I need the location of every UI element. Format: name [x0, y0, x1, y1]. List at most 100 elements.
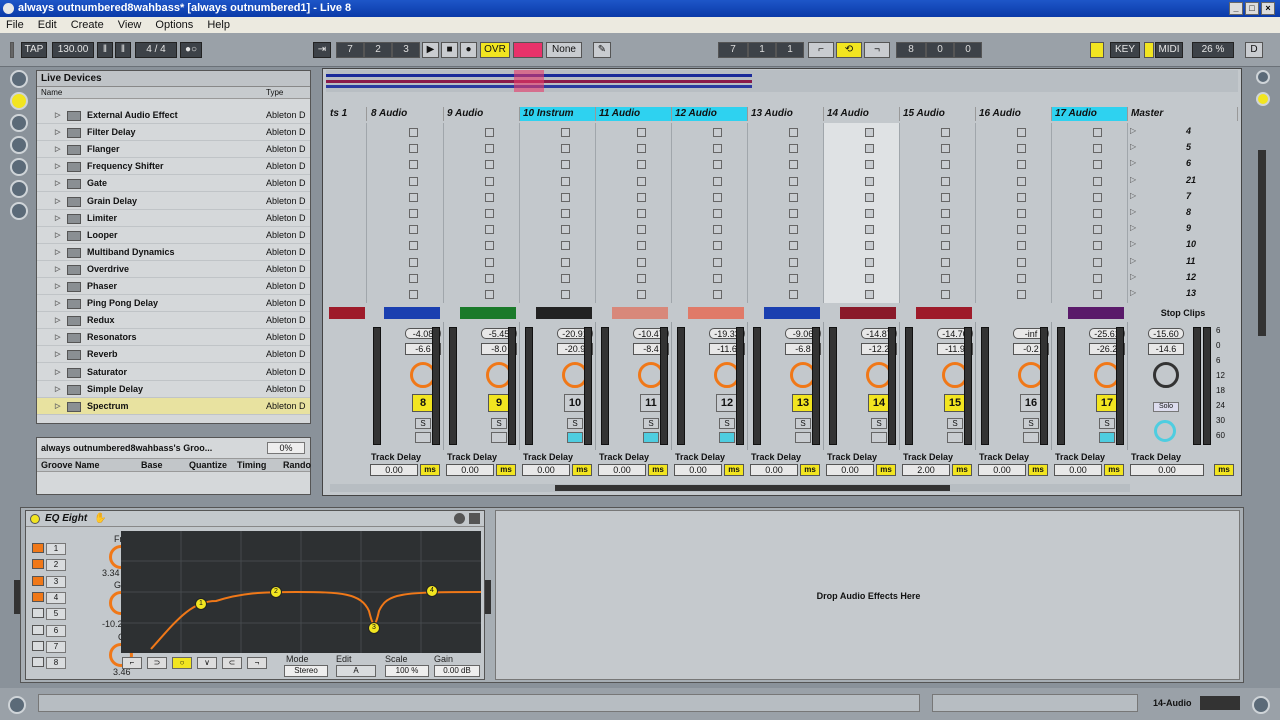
clip-slot-stop-button[interactable]: [941, 160, 950, 170]
track-header[interactable]: 16 Audio: [976, 107, 1052, 121]
arm-button[interactable]: [871, 432, 887, 443]
band-on-toggle[interactable]: [32, 591, 44, 602]
track-header[interactable]: 11 Audio: [596, 107, 672, 121]
ms-toggle[interactable]: ms: [800, 464, 820, 476]
master-volume[interactable]: -15.60: [1148, 328, 1184, 339]
solo-button[interactable]: S: [947, 418, 963, 429]
solo-button[interactable]: S: [1023, 418, 1039, 429]
clip-slot-stop-button[interactable]: [941, 176, 950, 186]
band-select-button[interactable]: 8: [46, 657, 66, 670]
ms-toggle[interactable]: ms: [572, 464, 592, 476]
clip-slot-stop-button[interactable]: [789, 192, 798, 202]
detail-toggle-icon[interactable]: [1252, 696, 1270, 714]
clip-slot-stop-button[interactable]: [789, 225, 798, 235]
arm-button[interactable]: [947, 432, 963, 443]
clip-slot-stop-button[interactable]: [637, 273, 646, 283]
track-activator-button[interactable]: 10: [564, 394, 586, 412]
clip-slot-stop-button[interactable]: [561, 225, 570, 235]
device-left-handle[interactable]: [14, 580, 20, 614]
clip-slot-stop-button[interactable]: [561, 273, 570, 283]
ms-toggle[interactable]: ms: [420, 464, 440, 476]
filter-highcut-icon[interactable]: ¬: [247, 657, 267, 669]
clip-slot-stop-button[interactable]: [409, 176, 418, 186]
clip-slot-stop-button[interactable]: [561, 144, 570, 154]
eq-band-node[interactable]: 1: [195, 598, 207, 610]
clip-slot-stop-button[interactable]: [941, 273, 950, 283]
track-delay-value[interactable]: 0.00: [598, 464, 646, 476]
clip-slot-stop-button[interactable]: [485, 209, 494, 218]
solo-button[interactable]: S: [1099, 418, 1115, 429]
clip-slot-stop-button[interactable]: [941, 290, 950, 299]
clip-slot-stop-button[interactable]: [865, 160, 874, 170]
clip-slot-stop-button[interactable]: [561, 160, 570, 170]
clip-slot-stop-button[interactable]: [485, 241, 494, 251]
clip-slot-stop-button[interactable]: [409, 144, 418, 154]
clip-slot-stop-button[interactable]: [865, 257, 874, 267]
clip-slot-stop-button[interactable]: [561, 257, 570, 267]
effects-drop-zone[interactable]: Drop Audio Effects Here: [495, 510, 1240, 680]
hot-swap-icon[interactable]: [469, 513, 480, 524]
clip-slot-stop-button[interactable]: [865, 225, 874, 235]
solo-button[interactable]: S: [643, 418, 659, 429]
clip-slot-stop-button[interactable]: [865, 209, 874, 218]
band-select-button[interactable]: 1: [46, 543, 66, 555]
track-activator-button[interactable]: 15: [944, 394, 966, 412]
solo-button[interactable]: S: [567, 418, 583, 429]
eq-band-node[interactable]: 2: [270, 586, 282, 598]
scene-launch-icon[interactable]: ▷: [1130, 126, 1136, 135]
filter-bell-icon[interactable]: ○: [172, 657, 192, 669]
track-header[interactable]: 14 Audio: [824, 107, 900, 121]
scene-name[interactable]: 10: [1186, 239, 1196, 249]
track-activator-button[interactable]: 14: [868, 394, 890, 412]
solo-button[interactable]: S: [795, 418, 811, 429]
clip-slot-stop-button[interactable]: [637, 192, 646, 202]
clip-slot-stop-button[interactable]: [789, 290, 798, 299]
arm-button[interactable]: [491, 432, 507, 443]
scene-name[interactable]: 8: [1186, 207, 1191, 217]
clip-slot-stop-button[interactable]: [561, 192, 570, 202]
clip-slot-stop-button[interactable]: [409, 192, 418, 202]
track-delay-value[interactable]: 0.00: [446, 464, 494, 476]
scene-launch-icon[interactable]: ▷: [1130, 272, 1136, 281]
clip-slot-stop-button[interactable]: [409, 225, 418, 235]
arm-button[interactable]: [795, 432, 811, 443]
scene-name[interactable]: 5: [1186, 142, 1191, 152]
clip-slot-stop-button[interactable]: [485, 144, 494, 154]
band-on-toggle[interactable]: [32, 608, 44, 619]
clip-slot-stop-button[interactable]: [713, 273, 722, 283]
master-volume-knob[interactable]: [1153, 362, 1179, 388]
clip-slot-stop-button[interactable]: [1093, 273, 1102, 283]
eq-band-node[interactable]: 4: [426, 585, 438, 597]
track-delay-value[interactable]: 0.00: [1054, 464, 1102, 476]
track-activator-button[interactable]: 16: [1020, 394, 1042, 412]
scene-launch-icon[interactable]: ▷: [1130, 191, 1136, 200]
eq-band-node[interactable]: 3: [368, 622, 380, 634]
mode-select[interactable]: Stereo: [284, 665, 328, 677]
scene-name[interactable]: 4: [1186, 126, 1191, 136]
solo-button[interactable]: S: [871, 418, 887, 429]
ms-toggle[interactable]: ms: [496, 464, 516, 476]
scene-name[interactable]: 11: [1186, 256, 1195, 266]
clip-slot-stop-button[interactable]: [713, 209, 722, 218]
track-header[interactable]: 17 Audio: [1052, 107, 1128, 121]
master-pan[interactable]: -14.6: [1148, 343, 1184, 355]
band-on-toggle[interactable]: [32, 543, 44, 553]
output-gain-field[interactable]: 0.00 dB: [434, 665, 480, 677]
clip-slot-stop-button[interactable]: [485, 225, 494, 235]
track-activator-button[interactable]: 17: [1096, 394, 1118, 412]
clip-slot-stop-button[interactable]: [485, 273, 494, 283]
clip-slot-stop-button[interactable]: [1093, 257, 1102, 267]
clip-slot-stop-button[interactable]: [789, 144, 798, 154]
clip-slot-stop-button[interactable]: [789, 176, 798, 186]
session-view-icon[interactable]: [1256, 92, 1270, 106]
track-header[interactable]: 15 Audio: [900, 107, 976, 121]
clip-slot-stop-button[interactable]: [637, 241, 646, 251]
master-solo[interactable]: Solo: [1153, 402, 1179, 412]
filter-notch-icon[interactable]: ∨: [197, 657, 217, 669]
clip-slot-stop-button[interactable]: [637, 257, 646, 267]
track-header[interactable]: ts 1: [327, 107, 367, 121]
clip-slot-stop-button[interactable]: [789, 160, 798, 170]
clip-slot-stop-button[interactable]: [1017, 160, 1026, 170]
clip-slot-stop-button[interactable]: [713, 160, 722, 170]
clip-slot-stop-button[interactable]: [713, 144, 722, 154]
